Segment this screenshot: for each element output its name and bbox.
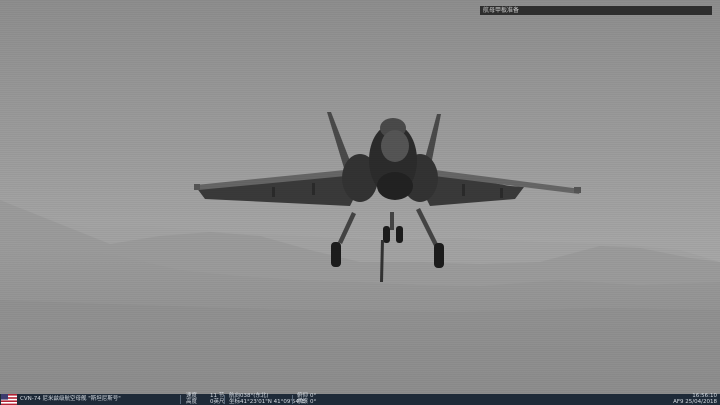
position-value: 41°23'01"N 41°09'54"E (240, 398, 305, 405)
telemetry-labels-3: 俯仰 横滚 (297, 393, 309, 405)
divider (292, 395, 293, 404)
telemetry-values-2: 038°(东北) 41°23'01"N 41°09'54"E (240, 393, 305, 405)
unit-name: CVN-74 尼米兹级航空母舰 "斯坦尼斯号" (20, 396, 121, 402)
divider (180, 395, 181, 404)
divider (224, 395, 225, 404)
scanline-overlay (0, 0, 720, 405)
hud-top-bar: 航母甲板准备 (480, 6, 712, 15)
telemetry-values-1: 11 节 0英尺 (210, 393, 225, 405)
telemetry-labels-1: 速度 高度 (186, 393, 198, 405)
game-scene (0, 0, 720, 405)
telemetry-labels-2: 航向 坐标 (229, 393, 241, 405)
clock-date: AF9 25/04/2018 (673, 398, 717, 405)
roll-value: 0° (310, 398, 317, 405)
clock: 16:56:10 AF9 25/04/2018 (673, 393, 717, 405)
altitude-value: 0英尺 (210, 398, 225, 405)
us-flag-icon (1, 394, 17, 405)
telemetry-values-3: 0° 0° (310, 393, 317, 405)
hud-top-message: 航母甲板准备 (483, 7, 520, 14)
roll-label: 横滚 (297, 398, 309, 405)
altitude-label: 高度 (186, 398, 198, 405)
status-bar: CVN-74 尼米兹级航空母舰 "斯坦尼斯号" 速度 高度 11 节 0英尺 航… (0, 393, 720, 405)
position-label: 坐标 (229, 398, 241, 405)
